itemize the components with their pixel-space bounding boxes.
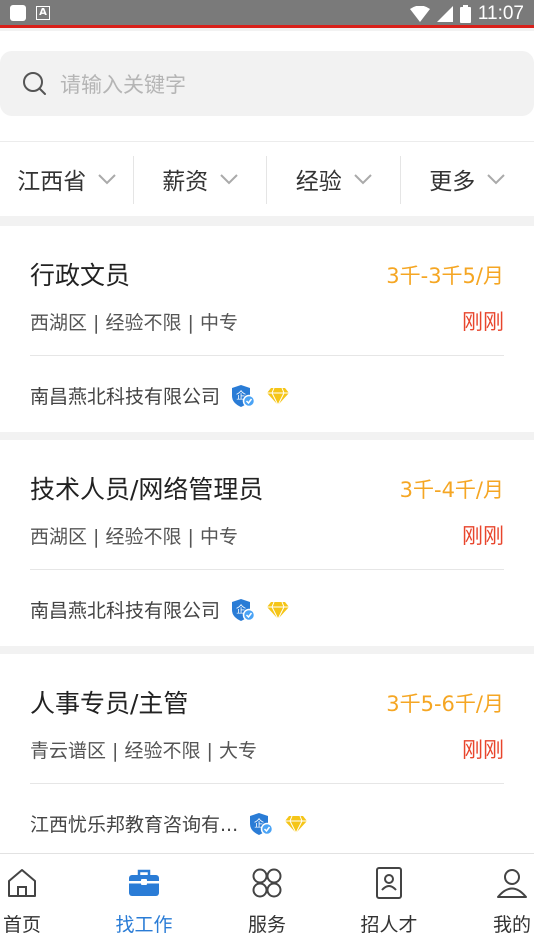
app-notification-icon: A [36,6,50,20]
chevron-down-icon [98,174,116,185]
job-title: 技术人员/网络管理员 [30,475,264,504]
tab-services[interactable]: 服务 [212,866,322,937]
notification-icon [10,5,26,21]
search-section: 请输入关键字 [0,31,534,141]
status-bar: A 11:07 [0,0,534,28]
tab-find-job[interactable]: 找工作 [89,866,199,937]
filter-label: 更多 [429,169,476,195]
job-posted-time: 刚刚 [462,524,504,548]
job-salary: 3千-4千/月 [399,478,504,502]
tab-label: 我的 [492,914,531,936]
filter-salary[interactable]: 薪资 [134,142,268,216]
verified-enterprise-icon: 企 [232,384,256,407]
company-name: 南昌燕北科技有限公司 [30,386,221,408]
wifi-icon [409,6,430,22]
search-placeholder: 请输入关键字 [60,73,186,97]
job-salary: 3千5-6千/月 [386,692,504,716]
verified-enterprise-icon: 企 [250,812,274,835]
filter-label: 经验 [295,169,342,195]
verified-enterprise-icon: 企 [232,598,256,621]
job-posted-time: 刚刚 [462,738,504,762]
divider [30,569,504,570]
filter-label: 薪资 [162,169,209,195]
diamond-member-icon [285,815,308,834]
job-card[interactable]: 人事专员/主管 3千5-6千/月 青云谱区 | 经验不限 | 大专 刚刚 江西忧… [0,654,534,853]
chevron-down-icon [220,174,238,185]
job-title: 人事专员/主管 [30,689,189,718]
filter-experience[interactable]: 经验 [267,142,401,216]
company-name: 江西忧乐邦教育咨询有... [30,814,239,836]
tab-profile[interactable]: 我的 [457,866,534,937]
company-row: 南昌燕北科技有限公司 企 [30,382,290,409]
company-row: 江西忧乐邦教育咨询有... 企 [30,810,308,837]
clock: 11:07 [477,3,524,24]
job-meta: 西湖区 | 经验不限 | 中专 [30,312,238,334]
tab-recruit[interactable]: 招人才 [334,866,444,937]
bottom-tab-bar: 首页 找工作 服务 招人才 我的 [0,853,534,950]
tab-label: 服务 [247,914,286,936]
briefcase-icon [129,869,159,896]
resume-icon [376,867,402,899]
filter-more[interactable]: 更多 [401,142,534,216]
chevron-down-icon [354,174,372,185]
job-card[interactable]: 技术人员/网络管理员 3千-4千/月 西湖区 | 经验不限 | 中专 刚刚 南昌… [0,440,534,646]
job-title: 行政文员 [30,261,131,290]
diamond-member-icon [267,601,290,620]
filter-bar: 江西省 薪资 经验 更多 [0,141,534,216]
tab-home[interactable]: 首页 [0,866,77,937]
job-posted-time: 刚刚 [462,310,504,334]
battery-icon [459,5,471,23]
tab-label: 招人才 [360,914,418,936]
tab-label: 首页 [2,914,41,936]
signal-icon [436,6,453,22]
divider [30,355,504,356]
services-icon [252,868,282,898]
job-card[interactable]: 行政文员 3千-3千5/月 西湖区 | 经验不限 | 中专 刚刚 南昌燕北科技有… [0,226,534,432]
search-input[interactable]: 请输入关键字 [0,51,534,116]
chevron-down-icon [487,174,505,185]
divider [30,783,504,784]
company-name: 南昌燕北科技有限公司 [30,600,221,622]
job-salary: 3千-3千5/月 [386,264,504,288]
tab-label: 找工作 [115,914,173,936]
filter-label: 江西省 [17,169,87,195]
home-icon [8,869,36,897]
profile-icon [497,869,527,898]
job-meta: 西湖区 | 经验不限 | 中专 [30,526,238,548]
company-row: 南昌燕北科技有限公司 企 [30,596,290,623]
job-meta: 青云谱区 | 经验不限 | 大专 [30,740,257,762]
diamond-member-icon [267,387,290,406]
search-icon [23,72,46,95]
filter-province[interactable]: 江西省 [0,142,134,216]
